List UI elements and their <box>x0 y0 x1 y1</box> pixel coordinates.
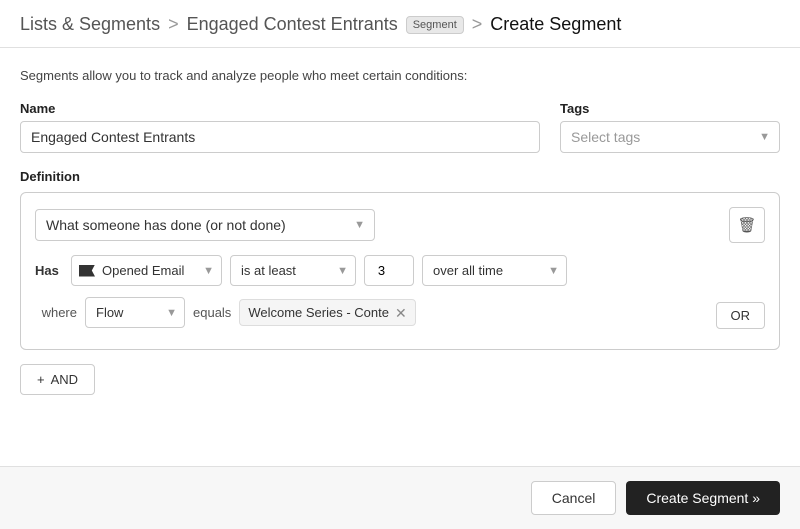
cancel-button[interactable]: Cancel <box>531 481 617 515</box>
tags-group: Tags Select tags ▼ <box>560 101 780 153</box>
has-label: Has <box>35 263 63 278</box>
filter-value-text: Welcome Series - Conte <box>248 305 389 320</box>
plus-icon: + <box>37 372 45 387</box>
definition-label: Definition <box>20 169 780 184</box>
event-dropdown-wrapper[interactable]: Opened Email Clicked Email Received Emai… <box>71 255 222 286</box>
remove-filter-icon[interactable]: ✕ <box>395 306 407 320</box>
flow-select[interactable]: Flow Message Subject <box>85 297 185 328</box>
filter-value-chip: Welcome Series - Conte ✕ <box>239 299 415 326</box>
where-label: where <box>35 305 77 320</box>
name-group: Name <box>20 101 540 153</box>
condition-type-wrapper[interactable]: What someone has done (or not done) Prop… <box>35 209 375 241</box>
breadcrumb-sep1: > <box>168 14 179 35</box>
definition-box: What someone has done (or not done) Prop… <box>20 192 780 350</box>
time-range-wrapper[interactable]: over all time in the last 30 days in the… <box>422 255 567 286</box>
tags-select[interactable]: Select tags <box>560 121 780 153</box>
create-segment-button[interactable]: Create Segment » <box>626 481 780 515</box>
name-label: Name <box>20 101 540 116</box>
and-button[interactable]: + AND <box>20 364 95 395</box>
event-select[interactable]: Opened Email Clicked Email Received Emai… <box>71 255 222 286</box>
flow-select-wrapper[interactable]: Flow Message Subject ▼ <box>85 297 185 328</box>
breadcrumb-segment-name[interactable]: Engaged Contest Entrants <box>187 14 398 35</box>
segment-badge: Segment <box>406 16 464 34</box>
breadcrumb-create: Create Segment <box>490 14 621 35</box>
name-input[interactable] <box>20 121 540 153</box>
main-content: Segments allow you to track and analyze … <box>0 48 800 395</box>
condition-top-row: What someone has done (or not done) Prop… <box>35 207 765 243</box>
condition-type-select[interactable]: What someone has done (or not done) Prop… <box>35 209 375 241</box>
where-row: where Flow Message Subject ▼ equals Welc… <box>35 296 765 329</box>
and-label: AND <box>51 372 78 387</box>
time-range-select[interactable]: over all time in the last 30 days in the… <box>422 255 567 286</box>
footer: Cancel Create Segment » <box>0 466 800 529</box>
delete-condition-button[interactable]: 🗑 <box>729 207 765 243</box>
or-button[interactable]: OR <box>716 302 766 329</box>
breadcrumb: Lists & Segments > Engaged Contest Entra… <box>0 0 800 48</box>
operator-wrapper[interactable]: is at least is at most equals does not e… <box>230 255 356 286</box>
breadcrumb-sep2: > <box>472 14 483 35</box>
tags-label: Tags <box>560 101 780 116</box>
has-row: Has Opened Email Clicked Email Received … <box>35 255 765 286</box>
operator-select[interactable]: is at least is at most equals does not e… <box>230 255 356 286</box>
count-input[interactable] <box>364 255 414 286</box>
form-row: Name Tags Select tags ▼ <box>20 101 780 153</box>
breadcrumb-lists[interactable]: Lists & Segments <box>20 14 160 35</box>
equals-label: equals <box>193 305 231 320</box>
page-description: Segments allow you to track and analyze … <box>20 68 780 83</box>
trash-icon: 🗑 <box>737 216 756 234</box>
tags-select-wrapper[interactable]: Select tags ▼ <box>560 121 780 153</box>
